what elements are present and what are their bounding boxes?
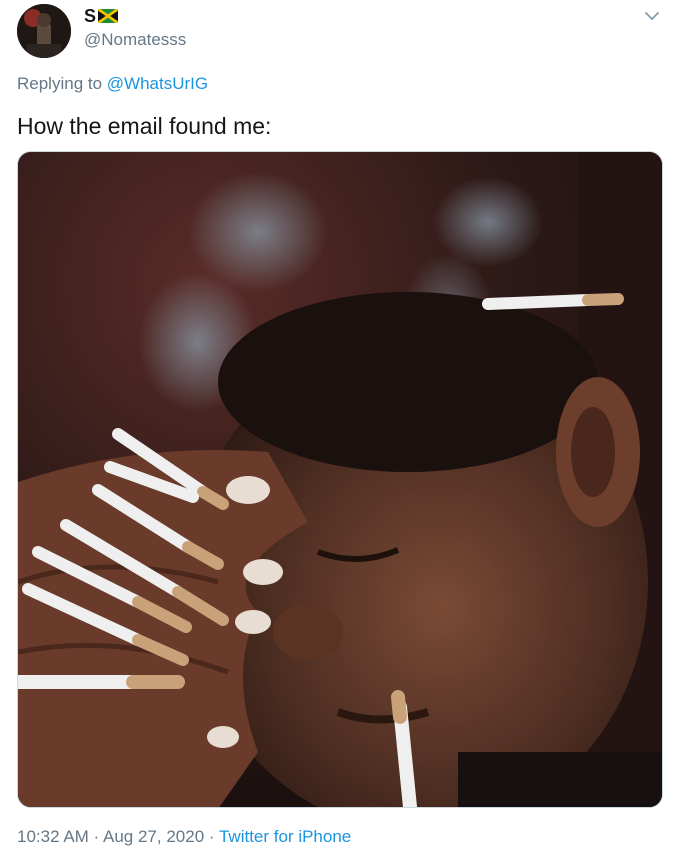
author-name-text: S xyxy=(84,6,97,26)
reply-mention-link[interactable]: @WhatsUrIG xyxy=(107,74,208,93)
tweet-time[interactable]: 10:32 AM xyxy=(17,827,89,846)
tweet-photo[interactable] xyxy=(17,151,663,808)
chevron-down-icon[interactable] xyxy=(642,8,662,24)
tweet-date[interactable]: Aug 27, 2020 xyxy=(103,827,204,846)
meta-separator: · xyxy=(88,827,103,846)
avatar[interactable] xyxy=(17,4,71,58)
jamaica-flag-icon xyxy=(98,9,119,23)
meta-separator-2: · xyxy=(204,827,219,846)
author-display-name[interactable]: S xyxy=(84,6,119,26)
source-link[interactable]: Twitter for iPhone xyxy=(219,827,351,846)
tweet-timestamp: 10:32 AM · Aug 27, 2020 · Twitter for iP… xyxy=(17,826,351,848)
tweet-text: How the email found me: xyxy=(17,113,272,139)
replying-to-label: Replying to xyxy=(17,74,103,93)
author-handle[interactable]: @Nomatesss xyxy=(84,30,186,50)
replying-to-line: Replying to @WhatsUrIG xyxy=(17,73,208,95)
photo-image xyxy=(18,152,662,807)
tweet-card: S @Nomatesss Replying to @WhatsUrIG How … xyxy=(0,0,680,846)
